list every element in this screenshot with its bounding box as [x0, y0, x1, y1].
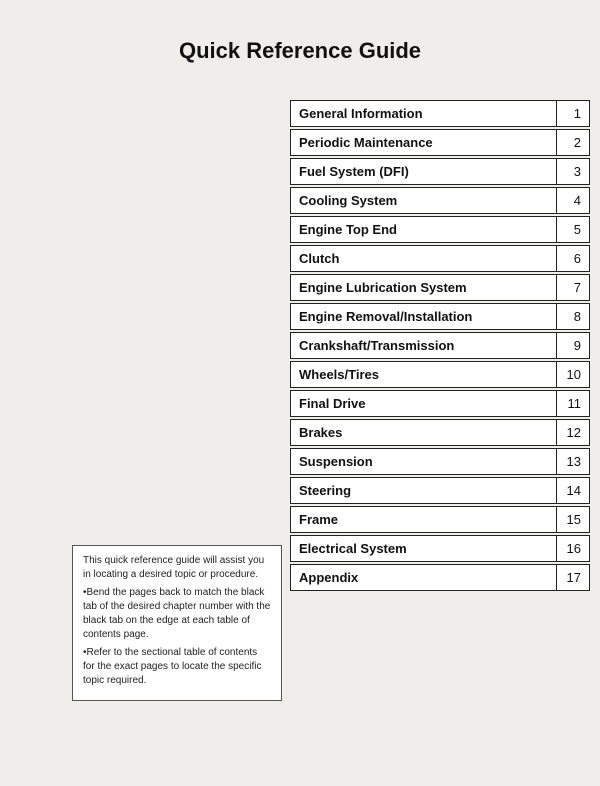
toc-item-number: 9: [557, 333, 589, 358]
toc-item-number: 16: [557, 536, 589, 561]
toc-row: Clutch6: [290, 245, 590, 272]
toc-container: General Information1Periodic Maintenance…: [290, 100, 590, 593]
toc-item-number: 14: [557, 478, 589, 503]
note-line2: •Bend the pages back to match the black …: [83, 586, 271, 642]
page-title: Quick Reference Guide: [0, 0, 600, 84]
toc-item-label: Crankshaft/Transmission: [291, 333, 557, 358]
toc-item-label: Engine Removal/Installation: [291, 304, 557, 329]
toc-item-label: Periodic Maintenance: [291, 130, 557, 155]
toc-item-label: Steering: [291, 478, 557, 503]
note-line3: •Refer to the sectional table of content…: [83, 646, 271, 688]
toc-item-label: Final Drive: [291, 391, 557, 416]
toc-row: Frame15: [290, 506, 590, 533]
toc-item-number: 8: [557, 304, 589, 329]
note-box: This quick reference guide will assist y…: [72, 545, 282, 701]
toc-item-label: Brakes: [291, 420, 557, 445]
toc-item-label: Cooling System: [291, 188, 557, 213]
toc-row: Cooling System4: [290, 187, 590, 214]
toc-row: Final Drive11: [290, 390, 590, 417]
toc-item-label: Appendix: [291, 565, 557, 590]
toc-item-label: Frame: [291, 507, 557, 532]
toc-item-label: Electrical System: [291, 536, 557, 561]
toc-item-number: 4: [557, 188, 589, 213]
toc-item-number: 5: [557, 217, 589, 242]
toc-item-number: 11: [557, 391, 589, 416]
toc-item-number: 2: [557, 130, 589, 155]
toc-item-label: Wheels/Tires: [291, 362, 557, 387]
toc-item-label: Engine Lubrication System: [291, 275, 557, 300]
toc-row: Engine Removal/Installation8: [290, 303, 590, 330]
toc-row: Fuel System (DFI)3: [290, 158, 590, 185]
toc-item-number: 7: [557, 275, 589, 300]
toc-item-label: Clutch: [291, 246, 557, 271]
toc-item-label: Fuel System (DFI): [291, 159, 557, 184]
toc-row: Brakes12: [290, 419, 590, 446]
toc-item-number: 12: [557, 420, 589, 445]
toc-row: Steering14: [290, 477, 590, 504]
toc-item-number: 17: [557, 565, 589, 590]
toc-item-label: Suspension: [291, 449, 557, 474]
toc-row: Electrical System16: [290, 535, 590, 562]
toc-item-label: Engine Top End: [291, 217, 557, 242]
toc-row: General Information1: [290, 100, 590, 127]
toc-row: Engine Top End5: [290, 216, 590, 243]
toc-row: Suspension13: [290, 448, 590, 475]
note-line1: This quick reference guide will assist y…: [83, 554, 271, 582]
toc-row: Engine Lubrication System7: [290, 274, 590, 301]
toc-item-number: 3: [557, 159, 589, 184]
toc-item-number: 10: [557, 362, 589, 387]
toc-row: Appendix17: [290, 564, 590, 591]
toc-item-number: 15: [557, 507, 589, 532]
toc-row: Wheels/Tires10: [290, 361, 590, 388]
toc-item-number: 1: [557, 101, 589, 126]
toc-row: Crankshaft/Transmission9: [290, 332, 590, 359]
toc-item-number: 13: [557, 449, 589, 474]
toc-row: Periodic Maintenance2: [290, 129, 590, 156]
toc-item-label: General Information: [291, 101, 557, 126]
toc-item-number: 6: [557, 246, 589, 271]
